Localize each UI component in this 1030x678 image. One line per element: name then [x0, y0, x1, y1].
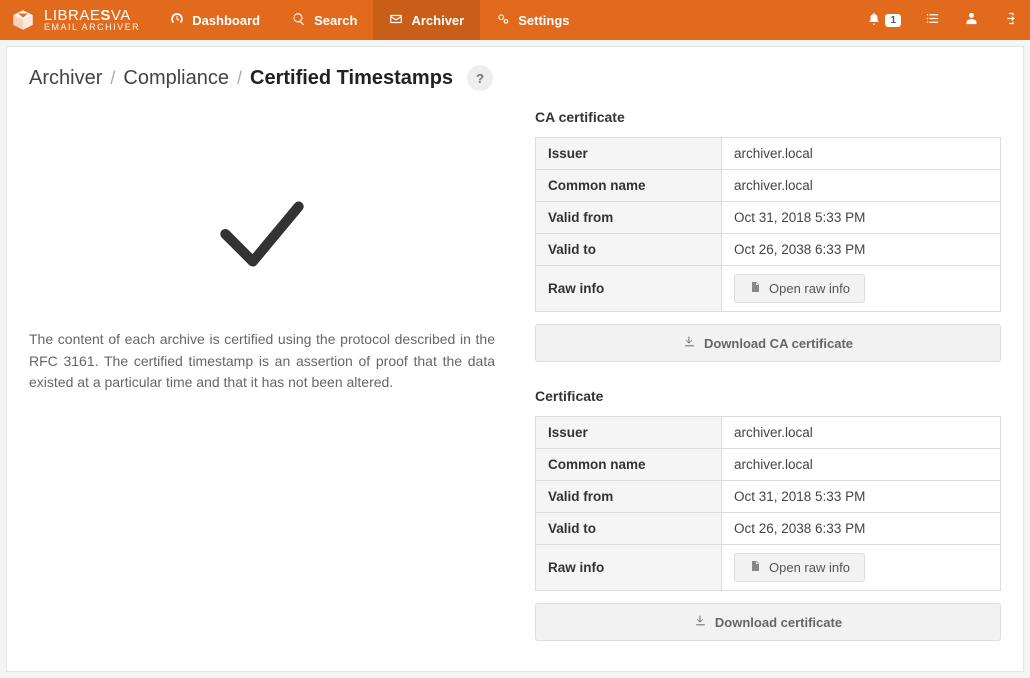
ca-raw-label: Raw info — [536, 266, 722, 312]
ca-open-raw-label: Open raw info — [769, 281, 850, 296]
gears-icon — [496, 12, 510, 29]
ca-to-label: Valid to — [536, 234, 722, 266]
envelope-icon — [389, 12, 403, 29]
search-icon — [292, 12, 306, 29]
ca-from-value: Oct 31, 2018 5:33 PM — [722, 202, 1001, 234]
download-ca-label: Download CA certificate — [704, 336, 853, 351]
cert-from-label: Valid from — [536, 481, 722, 513]
nav-dashboard-label: Dashboard — [192, 13, 260, 28]
nav-settings-label: Settings — [518, 13, 569, 28]
cert-table: Issuer archiver.local Common name archiv… — [535, 416, 1001, 591]
nav-items: Dashboard Search Archiver Settings — [154, 0, 585, 40]
crumb-compliance[interactable]: Compliance — [123, 67, 229, 90]
breadcrumb: Archiver / Compliance / Certified Timest… — [29, 65, 1001, 91]
checkmark-graphic — [29, 109, 495, 329]
nav-dashboard[interactable]: Dashboard — [154, 0, 276, 40]
cert-open-raw-label: Open raw info — [769, 560, 850, 575]
ca-issuer-label: Issuer — [536, 138, 722, 170]
page: Archiver / Compliance / Certified Timest… — [6, 46, 1024, 672]
brand-text: LIBRAESVA EMAIL ARCHIVER — [44, 8, 140, 32]
nav-right: 1 — [855, 0, 1030, 40]
file-icon — [749, 281, 761, 296]
cert-to-value: Oct 26, 2038 6:33 PM — [722, 513, 1001, 545]
ca-title: CA certificate — [535, 109, 1001, 125]
user-button[interactable] — [952, 0, 991, 40]
cert-from-value: Oct 31, 2018 5:33 PM — [722, 481, 1001, 513]
crumb-current: Certified Timestamps — [250, 67, 453, 90]
cert-issuer-value: archiver.local — [722, 417, 1001, 449]
cert-title: Certificate — [535, 388, 1001, 404]
notifications-button[interactable]: 1 — [855, 0, 913, 40]
user-icon — [964, 11, 979, 29]
notif-count: 1 — [885, 14, 901, 27]
description-text: The content of each archive is certified… — [29, 329, 495, 394]
cert-cn-value: archiver.local — [722, 449, 1001, 481]
brand[interactable]: LIBRAESVA EMAIL ARCHIVER — [0, 0, 154, 40]
cert-raw-label: Raw info — [536, 545, 722, 591]
cert-to-label: Valid to — [536, 513, 722, 545]
cert-cn-label: Common name — [536, 449, 722, 481]
download-ca-button[interactable]: Download CA certificate — [535, 324, 1001, 362]
navbar: LIBRAESVA EMAIL ARCHIVER Dashboard Searc… — [0, 0, 1030, 40]
nav-search[interactable]: Search — [276, 0, 373, 40]
nav-archiver-label: Archiver — [411, 13, 464, 28]
box-mail-icon — [10, 7, 36, 33]
bell-icon — [867, 12, 881, 29]
cert-issuer-label: Issuer — [536, 417, 722, 449]
crumb-sep: / — [110, 68, 115, 89]
crumb-sep: / — [237, 68, 242, 89]
dashboard-icon — [170, 12, 184, 29]
file-icon — [749, 560, 761, 575]
tasks-icon — [925, 11, 940, 29]
nav-search-label: Search — [314, 13, 357, 28]
download-icon — [694, 614, 707, 630]
nav-settings[interactable]: Settings — [480, 0, 585, 40]
ca-cn-label: Common name — [536, 170, 722, 202]
ca-issuer-value: archiver.local — [722, 138, 1001, 170]
tasks-button[interactable] — [913, 0, 952, 40]
ca-table: Issuer archiver.local Common name archiv… — [535, 137, 1001, 312]
right-pane: CA certificate Issuer archiver.local Com… — [535, 109, 1001, 641]
download-cert-label: Download certificate — [715, 615, 842, 630]
nav-archiver[interactable]: Archiver — [373, 0, 480, 40]
help-button[interactable]: ? — [467, 65, 493, 91]
ca-cn-value: archiver.local — [722, 170, 1001, 202]
ca-to-value: Oct 26, 2038 6:33 PM — [722, 234, 1001, 266]
cert-open-raw-button[interactable]: Open raw info — [734, 553, 865, 582]
content: The content of each archive is certified… — [29, 109, 1001, 641]
check-icon — [207, 179, 317, 289]
download-icon — [683, 335, 696, 351]
download-cert-button[interactable]: Download certificate — [535, 603, 1001, 641]
logout-icon — [1003, 11, 1018, 29]
logout-button[interactable] — [991, 0, 1030, 40]
crumb-archiver[interactable]: Archiver — [29, 67, 102, 90]
ca-from-label: Valid from — [536, 202, 722, 234]
ca-open-raw-button[interactable]: Open raw info — [734, 274, 865, 303]
left-pane: The content of each archive is certified… — [29, 109, 505, 641]
